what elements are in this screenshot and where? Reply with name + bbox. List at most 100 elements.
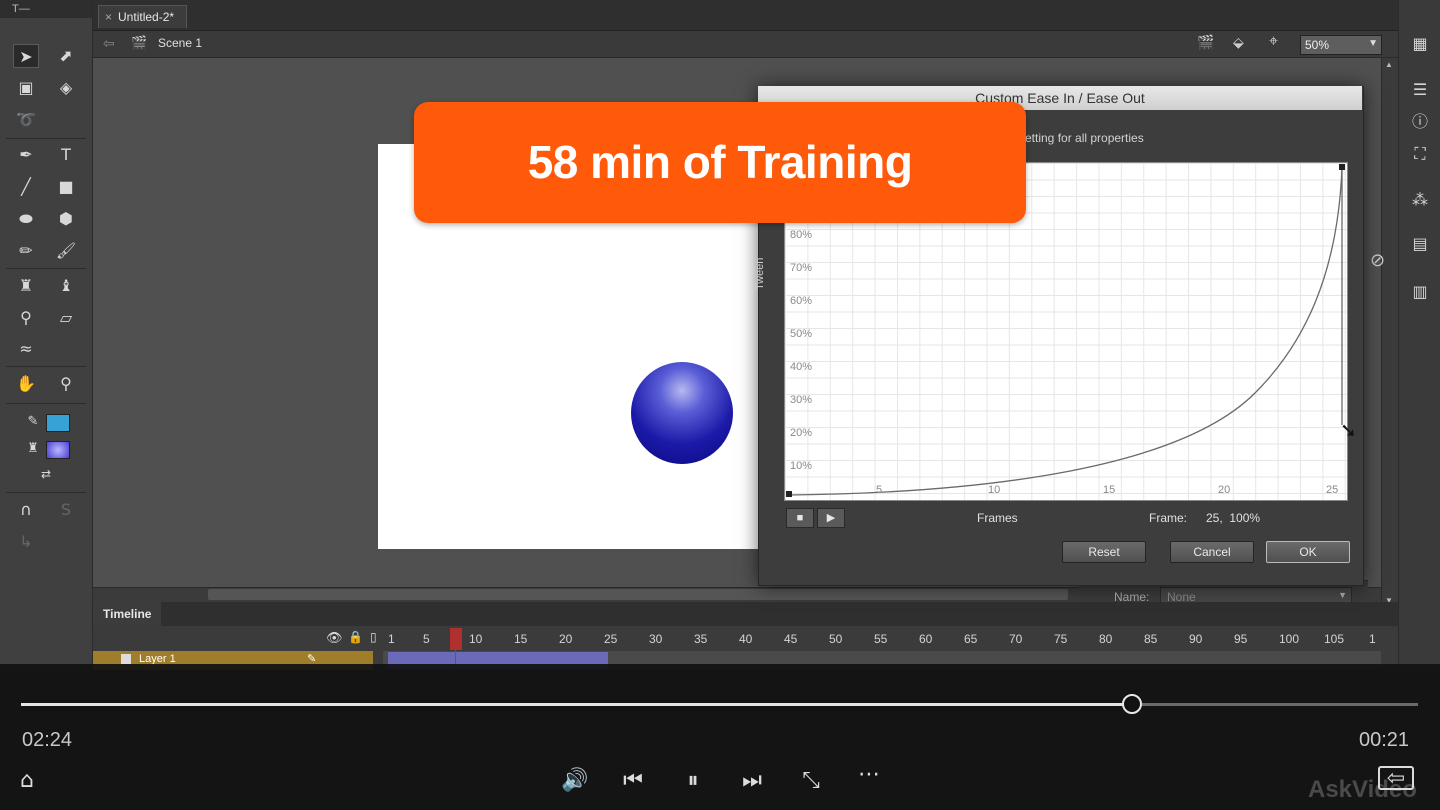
playhead[interactable]: [450, 628, 462, 650]
edit-scene-icon[interactable]: 🎬: [1197, 34, 1214, 51]
eye-icon[interactable]: 👁: [326, 630, 343, 646]
reset-button[interactable]: Reset: [1062, 541, 1146, 563]
straighten-icon[interactable]: ↳: [13, 530, 39, 554]
fullscreen-icon[interactable]: ⤡: [794, 766, 828, 796]
frame-number-label: 10: [469, 632, 483, 646]
scene-label[interactable]: Scene 1: [158, 36, 202, 50]
ok-button[interactable]: OK: [1266, 541, 1350, 563]
video-player-controls: [0, 664, 1440, 810]
frame-number-label: 85: [1144, 632, 1158, 646]
progress-fill: [21, 703, 1132, 706]
eyedropper-tool-icon[interactable]: ⚲: [13, 306, 39, 330]
oval-tool-icon[interactable]: ⬬: [13, 207, 39, 231]
frame-number-label: 1: [1369, 632, 1376, 646]
home-icon[interactable]: ⌂: [10, 766, 44, 796]
frame-number-label: 70: [1009, 632, 1023, 646]
brush-tool-icon[interactable]: 🖌: [53, 239, 79, 263]
more-icon[interactable]: ⋯: [852, 760, 886, 790]
remaining-time: 00:21: [1359, 729, 1410, 751]
document-tab-label: Untitled-2*: [118, 10, 175, 24]
motion-presets-icon[interactable]: ⁂: [1407, 188, 1433, 212]
vertical-scrollbar[interactable]: ▲ ▼: [1381, 58, 1398, 608]
cancel-button[interactable]: Cancel: [1170, 541, 1254, 563]
zoom-tool-icon[interactable]: ⚲: [53, 372, 79, 396]
width-tool-icon[interactable]: ≈: [13, 337, 39, 361]
polystar-tool-icon[interactable]: ⬢: [53, 207, 79, 231]
y-tick-label: 60%: [790, 295, 813, 307]
frames-axis-label: Frames: [977, 511, 1018, 525]
close-tab-icon[interactable]: ×: [105, 10, 112, 24]
frame-number-label: 100: [1279, 632, 1300, 646]
use-one-setting-label[interactable]: etting for all properties: [1025, 131, 1144, 145]
zoom-select[interactable]: 50% ▼: [1300, 35, 1382, 55]
horizontal-scroll-thumb[interactable]: [208, 589, 1068, 600]
chevron-down-icon: ▼: [1368, 38, 1378, 49]
pause-icon[interactable]: ⏸: [676, 766, 710, 796]
smooth-icon[interactable]: S: [53, 498, 79, 522]
components-panel-icon[interactable]: ▥: [1407, 280, 1433, 304]
stop-button[interactable]: ■: [786, 508, 814, 528]
end-point-handle[interactable]: [1339, 164, 1345, 170]
exit-icon[interactable]: ⇦: [1378, 766, 1414, 790]
next-icon[interactable]: ⏭: [735, 766, 769, 796]
rectangle-tool-icon[interactable]: ■: [53, 175, 79, 199]
center-stage-icon[interactable]: ⌖: [1269, 33, 1278, 51]
zoom-value: 50%: [1305, 38, 1330, 52]
link-icon[interactable]: ⊘: [1370, 250, 1385, 271]
frame-number-label: 95: [1234, 632, 1248, 646]
subselection-tool-icon[interactable]: ⬈: [53, 44, 79, 68]
edit-symbol-icon[interactable]: ⬙: [1233, 34, 1244, 51]
frame-number-label: 15: [514, 632, 528, 646]
y-tick-label: 50%: [790, 328, 813, 340]
3d-rotation-tool-icon[interactable]: ◈: [53, 76, 79, 100]
swap-colors-icon[interactable]: ⇄: [33, 462, 59, 486]
free-transform-tool-icon[interactable]: ▣: [13, 76, 39, 100]
y-tick-label: 80%: [790, 229, 813, 241]
frame-readout-value: 25, 100%: [1206, 511, 1261, 525]
eraser-tool-icon[interactable]: ▱: [53, 306, 79, 330]
document-tab[interactable]: × Untitled-2*: [98, 5, 188, 28]
progress-scrubber-knob[interactable]: [1121, 694, 1142, 714]
hand-tool-icon[interactable]: ✋: [13, 372, 39, 396]
toolbar-divider: [6, 268, 86, 269]
snap-to-objects-icon[interactable]: ∩: [13, 498, 39, 522]
back-arrow-icon[interactable]: ⇦: [103, 35, 115, 52]
blue-ball-shape[interactable]: [631, 362, 733, 464]
paint-bucket-tool-icon[interactable]: ♜: [13, 274, 39, 298]
previous-icon[interactable]: ⏮: [616, 766, 650, 796]
frame-number-label: 45: [784, 632, 798, 646]
x-tick-label: 20: [1218, 484, 1231, 496]
pencil-tool-icon[interactable]: ✏: [13, 239, 39, 263]
ink-bottle-tool-icon[interactable]: ♝: [53, 274, 79, 298]
properties-panel-icon[interactable]: ☰: [1407, 78, 1433, 102]
timeline-tab-bar: [93, 602, 1398, 626]
stroke-color-swatch[interactable]: [46, 414, 70, 432]
start-point-handle[interactable]: [786, 491, 792, 497]
frame-number-label: 50: [829, 632, 843, 646]
align-panel-icon[interactable]: ▦: [1407, 32, 1433, 56]
transform-panel-icon[interactable]: ⛶: [1407, 142, 1433, 166]
selection-tool-icon[interactable]: ➤: [13, 44, 39, 68]
y-tick-label: 10%: [790, 460, 813, 472]
frame-number-label: 80: [1099, 632, 1113, 646]
lasso-tool-icon[interactable]: ➰: [13, 108, 39, 132]
pen-tool-icon[interactable]: ✒: [13, 143, 39, 167]
fill-color-swatch[interactable]: [46, 441, 70, 459]
timeline-tab[interactable]: Timeline: [93, 602, 162, 626]
scroll-up-icon[interactable]: ▲: [1385, 60, 1393, 69]
line-tool-icon[interactable]: ╱: [13, 175, 39, 199]
frame-number-label: 35: [694, 632, 708, 646]
info-panel-icon[interactable]: ⓘ: [1407, 110, 1433, 134]
tools-panel-title: T—: [12, 3, 30, 15]
stroke-color-pencil-icon: ✎: [27, 414, 39, 429]
frame-number-label: 20: [559, 632, 573, 646]
library-panel-icon[interactable]: ▤: [1407, 232, 1433, 256]
lock-icon[interactable]: 🔒: [348, 630, 363, 644]
text-tool-icon[interactable]: T: [53, 143, 79, 167]
outline-icon[interactable]: ▯: [370, 630, 377, 644]
x-tick-label: 10: [988, 484, 1001, 496]
volume-icon[interactable]: 🔊: [558, 766, 592, 796]
play-button[interactable]: ▶: [817, 508, 845, 528]
frame-number-label: 40: [739, 632, 753, 646]
tween-axis-label: Tween: [754, 257, 766, 290]
